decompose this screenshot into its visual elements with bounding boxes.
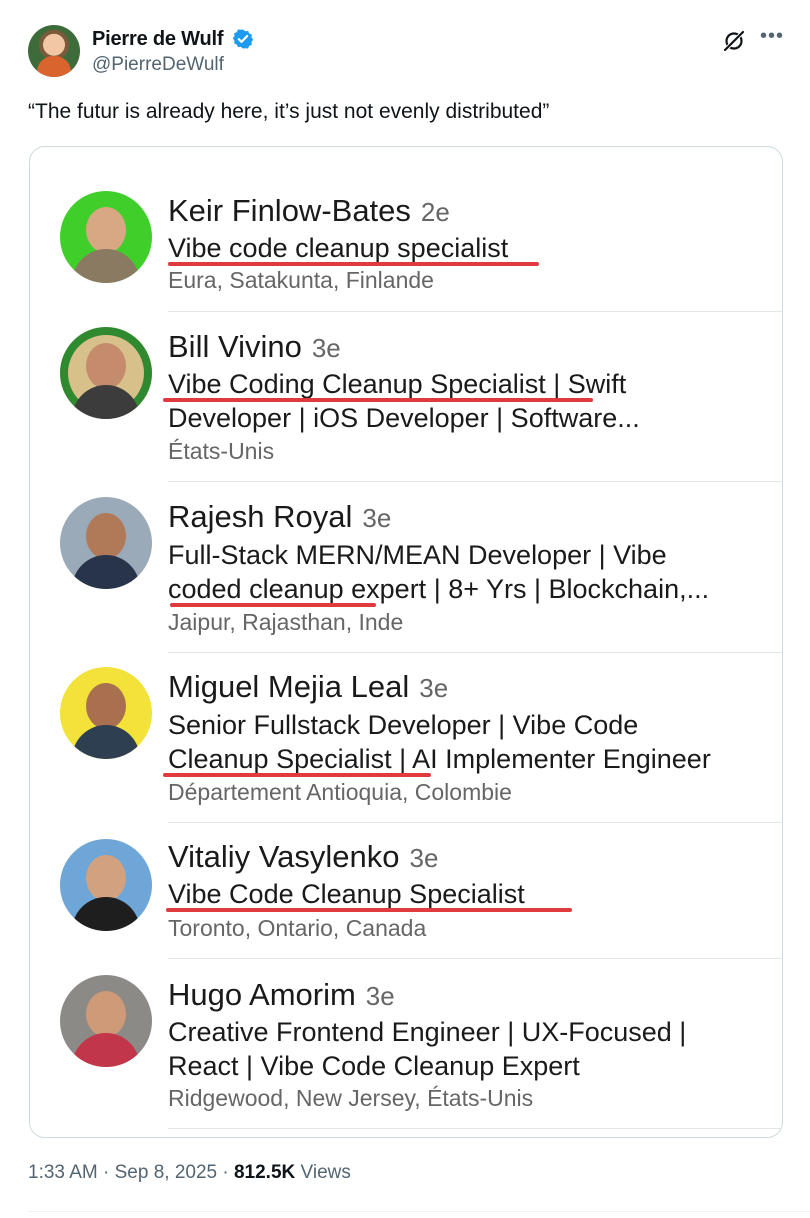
profile-avatar (60, 327, 152, 419)
profile-name-row: Keir Finlow-Bates 2e (168, 193, 450, 229)
profile-name: Rajesh Royal (168, 499, 353, 534)
profile-headline: Senior Fullstack Developer | Vibe Code (168, 710, 639, 740)
profile-headline: Creative Frontend Engineer | UX-Focused … (168, 1017, 687, 1047)
profile-name-row: Rajesh Royal 3e (168, 499, 391, 535)
profile-headline: Vibe Coding Cleanup Specialist | Swift (168, 369, 627, 399)
profile-location: Eura, Satakunta, Finlande (168, 267, 434, 293)
divider (28, 1211, 810, 1212)
separator-dot: · (222, 1162, 229, 1183)
connection-degree: 3e (311, 333, 341, 363)
highlight-underline (168, 262, 539, 266)
divider (168, 1128, 782, 1129)
profile-name: Hugo Amorim (168, 977, 356, 1012)
profile-name-row: Vitaliy Vasylenko 3e (168, 839, 438, 875)
profile-headline: Cleanup Specialist | AI Implementer Engi… (168, 744, 711, 774)
profile-location: Jaipur, Rajasthan, Inde (168, 609, 404, 635)
author-name[interactable]: Pierre de Wulf (92, 28, 224, 51)
connection-degree: 3e (419, 673, 449, 703)
profile-name-row: Hugo Amorim 3e (168, 977, 395, 1013)
connection-degree: 3e (362, 503, 392, 533)
profile-name: Vitaliy Vasylenko (168, 839, 400, 874)
profile-location: États-Unis (168, 438, 275, 464)
divider (168, 822, 782, 823)
connection-degree: 2e (420, 197, 450, 227)
profile-avatar (60, 975, 152, 1067)
profile-avatar (60, 191, 152, 283)
tweet-time[interactable]: 1:33 AM (28, 1162, 98, 1183)
highlight-underline (170, 603, 376, 607)
profile-name: Miguel Mejia Leal (168, 669, 410, 704)
highlight-underline (163, 398, 593, 402)
more-icon[interactable]: ••• (760, 25, 784, 48)
author-avatar[interactable] (28, 25, 80, 77)
grok-icon[interactable] (722, 29, 746, 53)
author-handle[interactable]: @PierreDeWulf (92, 54, 224, 76)
profile-avatar (60, 667, 152, 759)
profile-headline: Vibe Code Cleanup Specialist (168, 879, 525, 909)
tweet-header: Pierre de Wulf @PierreDeWulf ••• (28, 25, 788, 81)
divider (168, 652, 782, 653)
connection-degree: 3e (409, 843, 439, 873)
divider (168, 958, 782, 959)
verified-badge-icon (232, 29, 254, 49)
profile-location: Toronto, Ontario, Canada (168, 915, 427, 941)
divider (168, 481, 782, 482)
profile-avatar (60, 497, 152, 589)
divider (168, 311, 782, 312)
profile-name: Bill Vivino (168, 329, 302, 364)
profile-location: Ridgewood, New Jersey, États-Unis (168, 1085, 534, 1111)
views-count: 812.5K (233, 1162, 296, 1183)
profile-headline: Vibe code cleanup specialist (168, 233, 509, 263)
profile-name: Keir Finlow-Bates (168, 193, 411, 228)
highlight-underline (163, 773, 431, 777)
views-label: Views (300, 1162, 351, 1183)
highlight-underline (166, 908, 572, 912)
tweet-text: “The futur is already here, it’s just no… (28, 100, 550, 123)
profile-name-row: Miguel Mejia Leal 3e (168, 669, 448, 705)
profile-location: Département Antioquia, Colombie (168, 779, 512, 805)
profile-headline: Full-Stack MERN/MEAN Developer | Vibe (168, 540, 667, 570)
profile-headline: React | Vibe Code Cleanup Expert (168, 1051, 580, 1081)
profile-name-row: Bill Vivino 3e (168, 329, 341, 365)
tweet-meta: 1:33 AM · Sep 8, 2025 · 812.5K Views (28, 1162, 351, 1184)
profile-avatar (60, 839, 152, 931)
profile-headline: coded cleanup expert | 8+ Yrs | Blockcha… (168, 574, 710, 604)
profile-headline: Developer | iOS Developer | Software... (168, 403, 640, 433)
connection-degree: 3e (365, 981, 395, 1011)
tweet-media-image[interactable]: Keir Finlow-Bates 2e Vibe code cleanup sp… (29, 146, 783, 1138)
tweet-date[interactable]: Sep 8, 2025 (115, 1162, 217, 1183)
separator-dot: · (103, 1162, 110, 1183)
